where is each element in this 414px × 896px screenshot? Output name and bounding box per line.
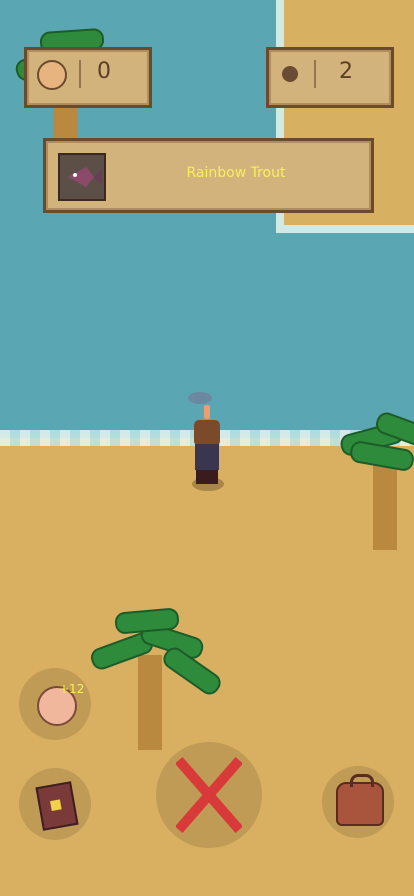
hud-divider: [79, 60, 81, 88]
book-icon: [35, 781, 79, 831]
player-character: [190, 420, 224, 490]
caught-fish-name: Rainbow Trout: [186, 165, 286, 181]
palm-tree-center: [85, 600, 225, 750]
game-scene: 0 2 Rainbow Trout +12: [0, 0, 414, 896]
food-counter-panel: 0: [24, 47, 152, 108]
coin-count: 2: [339, 59, 353, 84]
hud-divider: [314, 60, 316, 88]
cancel-fishing-button[interactable]: [156, 742, 262, 848]
inventory-button[interactable]: [322, 766, 394, 838]
fishing-bobber-icon: [204, 405, 210, 419]
close-icon: [176, 756, 242, 834]
catch-notification: Rainbow Trout: [43, 138, 374, 213]
fish-shadow-icon: [188, 392, 212, 404]
journal-button[interactable]: [19, 768, 91, 840]
eat-cookie-button[interactable]: +12: [19, 668, 91, 740]
fish-icon: [58, 153, 106, 201]
coin-counter-panel: 2: [266, 47, 394, 108]
backpack-icon: [336, 774, 384, 826]
coin-icon: [282, 66, 298, 82]
palm-tree-right: [330, 409, 414, 550]
food-count: 0: [97, 59, 111, 84]
cookie-icon: [37, 60, 67, 90]
cookie-bonus: +12: [59, 682, 85, 696]
